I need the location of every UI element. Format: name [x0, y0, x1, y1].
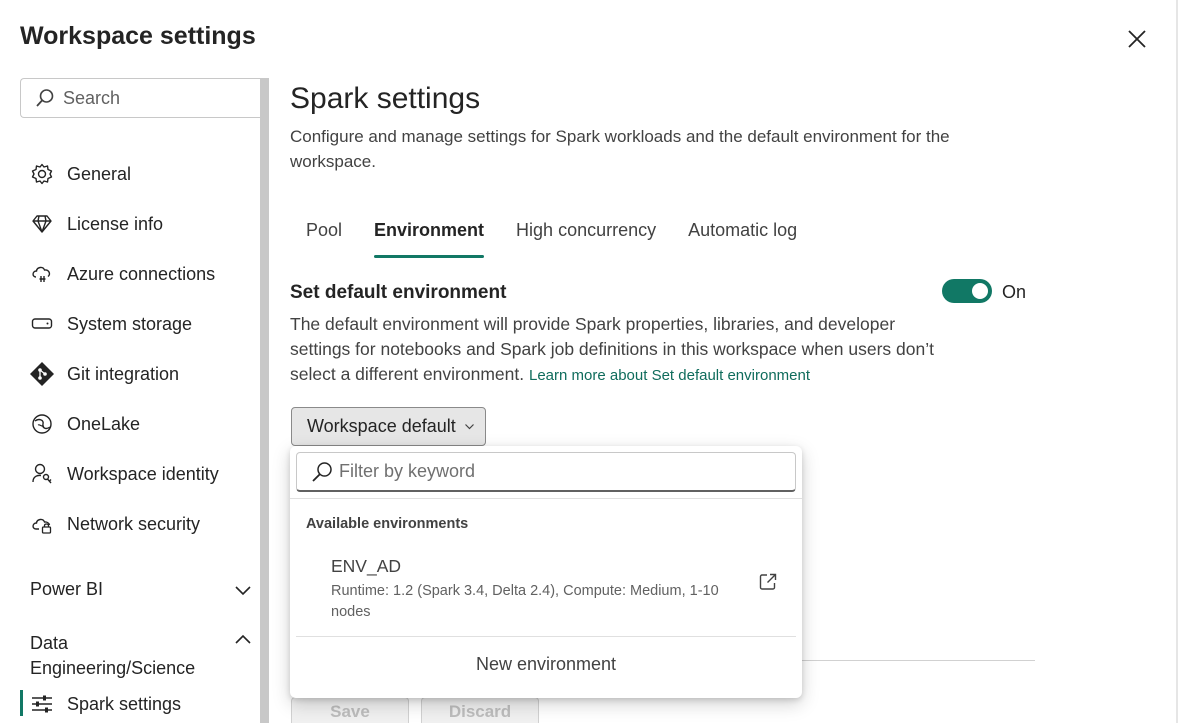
environment-name: ENV_AD: [331, 556, 402, 576]
section-label: Data Engineering/Science: [30, 633, 196, 678]
divider: [296, 636, 796, 637]
sidebar-item-label: General: [67, 163, 132, 184]
sidebar-section-power-bi[interactable]: Power BI: [30, 579, 252, 600]
filter-input[interactable]: [339, 461, 779, 482]
close-icon: [1128, 30, 1146, 48]
sidebar-section-data-engineering[interactable]: Data Engineering/Science: [30, 631, 252, 681]
tab-pool[interactable]: Pool: [290, 214, 358, 258]
cloud-lock-icon: [28, 510, 56, 538]
filter-box[interactable]: [296, 452, 796, 492]
sidebar-item-spark-settings[interactable]: Spark settings: [20, 684, 260, 723]
sidebar-item-label: Workspace identity: [67, 463, 219, 484]
chevron-up-icon: [235, 634, 251, 644]
dialog-title: Workspace settings: [20, 22, 256, 50]
dropdown-selected-value: Workspace default: [307, 416, 456, 436]
divider: [800, 660, 1035, 661]
group-label: Available environments: [306, 516, 469, 532]
sliders-icon: [28, 690, 56, 718]
diamond-icon: [28, 210, 56, 238]
workspace-settings-dialog: Workspace settings General License info …: [0, 0, 1176, 723]
environment-dropdown-popup: Available environments ENV_AD Runtime: 1…: [290, 446, 802, 698]
sidebar-scrollbar[interactable]: [260, 78, 269, 723]
learn-more-link[interactable]: Learn more about Set default environment: [529, 367, 810, 384]
sidebar-item-label: OneLake: [67, 413, 141, 434]
sidebar-item-general[interactable]: General: [20, 154, 260, 194]
section-description: The default environment will provide Spa…: [290, 312, 950, 388]
open-in-new-icon[interactable]: [758, 572, 778, 592]
toggle-state-label: On: [1002, 282, 1027, 302]
sidebar-item-azure-connections[interactable]: Azure connections: [20, 254, 260, 294]
sidebar-item-network-security[interactable]: Network security: [20, 504, 260, 544]
new-environment-button[interactable]: New environment: [290, 654, 802, 675]
section-label: Power BI: [30, 579, 104, 599]
environment-option[interactable]: ENV_AD Runtime: 1.2 (Spark 3.4, Delta 2.…: [296, 550, 796, 620]
divider: [290, 498, 802, 499]
environment-dropdown[interactable]: Workspace default: [291, 407, 486, 446]
tab-list: Pool Environment High concurrency Automa…: [290, 214, 813, 258]
page-title: Spark settings: [290, 82, 481, 115]
storage-icon: [28, 310, 56, 338]
sidebar-item-workspace-identity[interactable]: Workspace identity: [20, 454, 260, 494]
search-input[interactable]: [63, 87, 243, 109]
git-icon: [28, 360, 56, 388]
tab-environment[interactable]: Environment: [358, 214, 500, 258]
search-icon: [312, 461, 332, 482]
sidebar-item-license-info[interactable]: License info: [20, 204, 260, 244]
sidebar-item-label: System storage: [67, 313, 193, 334]
sidebar-item-label: Network security: [67, 513, 201, 534]
sidebar-item-system-storage[interactable]: System storage: [20, 304, 260, 344]
gear-icon: [28, 160, 56, 188]
sidebar-item-label: Azure connections: [67, 263, 216, 284]
sidebar-item-git-integration[interactable]: Git integration: [20, 354, 260, 394]
identity-icon: [28, 460, 56, 488]
close-button[interactable]: [1122, 24, 1152, 54]
page-description: Configure and manage settings for Spark …: [290, 127, 950, 171]
discard-button[interactable]: Discard: [421, 697, 539, 723]
tab-automatic-log[interactable]: Automatic log: [672, 214, 813, 258]
toggle-knob: [972, 283, 988, 299]
sidebar-item-label: Git integration: [67, 363, 180, 384]
sidebar-item-onelake[interactable]: OneLake: [20, 404, 260, 444]
chevron-down-icon: [464, 424, 474, 430]
sidebar-item-label: Spark settings: [67, 693, 182, 714]
window-edge: [1176, 0, 1188, 723]
chevron-down-icon: [235, 586, 251, 596]
default-environment-toggle[interactable]: [942, 279, 992, 303]
sidebar-search[interactable]: [20, 78, 262, 118]
sidebar-item-label: License info: [67, 213, 164, 234]
section-title: Set default environment: [290, 282, 507, 303]
save-button[interactable]: Save: [291, 697, 409, 723]
search-icon: [36, 89, 54, 107]
cloud-plug-icon: [28, 260, 56, 288]
environment-detail: Runtime: 1.2 (Spark 3.4, Delta 2.4), Com…: [331, 583, 719, 620]
tab-high-concurrency[interactable]: High concurrency: [500, 214, 672, 258]
onelake-icon: [28, 410, 56, 438]
